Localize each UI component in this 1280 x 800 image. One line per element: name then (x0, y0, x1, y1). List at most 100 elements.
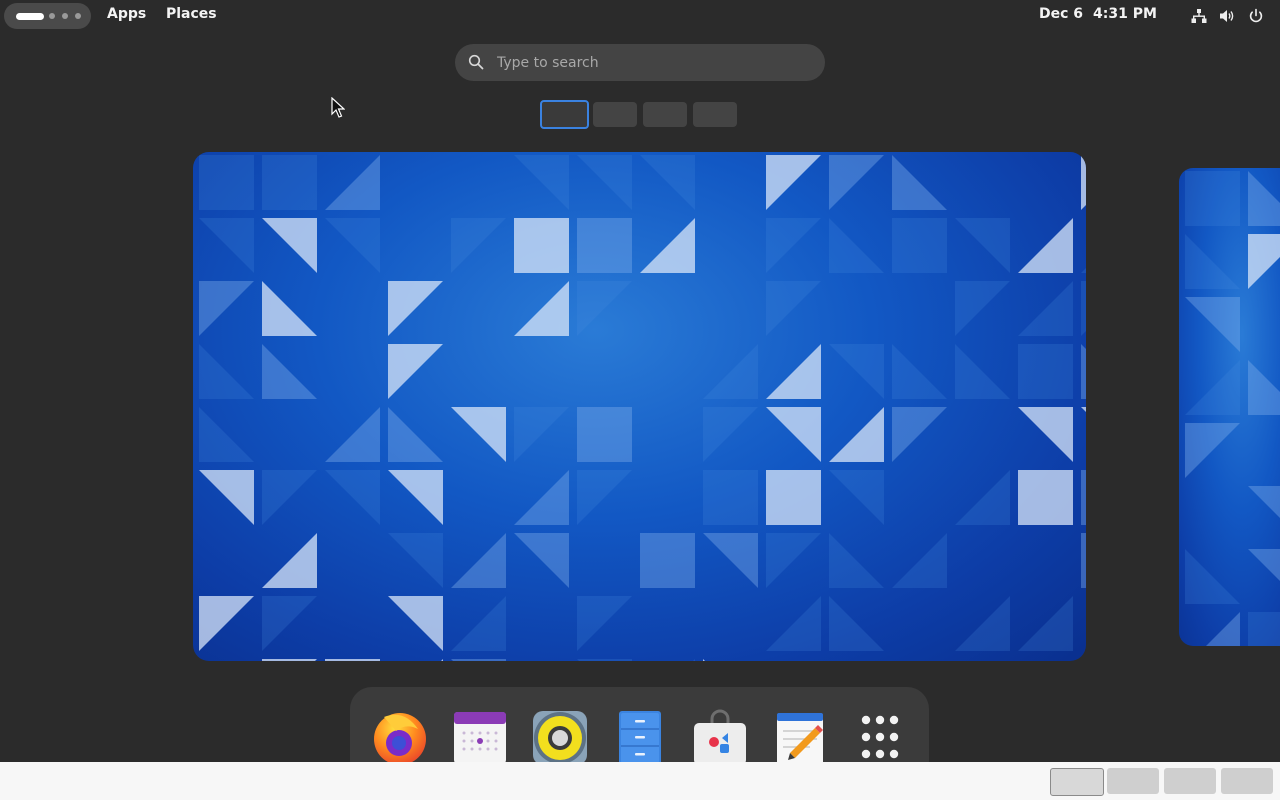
wallpaper-tile (829, 218, 884, 273)
wallpaper-tile (388, 344, 443, 399)
workspace-thumbnail-3[interactable] (643, 102, 687, 127)
speaker-icon (533, 711, 587, 765)
wallpaper-tile (514, 218, 569, 273)
wallpaper-tile (325, 470, 380, 525)
secondary-workspace-thumbnail-2[interactable] (1107, 768, 1159, 794)
dock-item-files[interactable] (610, 707, 670, 767)
workspace-preview-next[interactable] (1179, 168, 1280, 646)
network-icon (1191, 9, 1207, 23)
activities-button[interactable] (4, 3, 91, 29)
wallpaper-tile (640, 155, 695, 210)
wallpaper-tile (1018, 218, 1073, 273)
wallpaper-tile (703, 344, 758, 399)
wallpaper-tile (766, 155, 821, 210)
wallpaper-tile (892, 533, 947, 588)
wallpaper-tile (1018, 344, 1073, 399)
wallpaper-tile (1185, 297, 1240, 352)
wallpaper-tile (640, 533, 695, 588)
top-bar: Apps Places Dec 6 4:31 PM (0, 0, 1280, 32)
wallpaper-tile (577, 218, 632, 273)
wallpaper-tile (955, 218, 1010, 273)
app-grid-icon (861, 715, 899, 759)
dock-item-text-editor[interactable] (770, 707, 830, 767)
wallpaper-tile (199, 407, 254, 462)
dock-item-software[interactable] (690, 707, 750, 767)
wallpaper-tile (1018, 596, 1073, 651)
wallpaper-tile (577, 407, 632, 462)
secondary-monitor-panel (0, 762, 1280, 800)
wallpaper-tile (199, 218, 254, 273)
wallpaper-tile (514, 470, 569, 525)
wallpaper-tile (955, 596, 1010, 651)
wallpaper-tile (766, 407, 821, 462)
wallpaper-tile (577, 659, 632, 661)
show-apps-button[interactable] (850, 707, 910, 767)
places-menu-button[interactable]: Places (166, 6, 217, 22)
wallpaper-tile (829, 407, 884, 462)
wallpaper-tile (1185, 423, 1240, 478)
wallpaper-tile (451, 659, 506, 661)
workspace-thumbnail-1[interactable] (540, 100, 589, 129)
wallpaper-tile (262, 659, 317, 661)
secondary-workspace-thumbnail-1[interactable] (1050, 768, 1104, 796)
wallpaper-tile (199, 596, 254, 651)
wallpaper-tile (829, 155, 884, 210)
wallpaper-tile (1185, 234, 1240, 289)
wallpaper-tile (451, 596, 506, 651)
workspace-thumbnail-2[interactable] (593, 102, 637, 127)
wallpaper-tile (1081, 268, 1086, 273)
wallpaper-tile (388, 596, 443, 651)
wallpaper-tile (388, 470, 443, 525)
wallpaper-tile (1248, 486, 1280, 518)
wallpaper-tile (325, 218, 380, 273)
wallpaper-tile (955, 470, 1010, 525)
wallpaper-tile (262, 596, 317, 651)
wallpaper-tile (766, 470, 821, 525)
wallpaper-tile (1248, 612, 1280, 646)
secondary-workspace-thumbnail-3[interactable] (1164, 768, 1216, 794)
wallpaper-tile (441, 659, 443, 661)
workspace-preview-current[interactable] (193, 152, 1086, 661)
wallpaper-tile (262, 470, 317, 525)
wallpaper-tile (1081, 281, 1086, 336)
wallpaper-tile (1248, 171, 1280, 226)
search-input[interactable] (495, 52, 799, 74)
workspace-dot (62, 13, 68, 19)
wallpaper-triangles (199, 155, 1086, 661)
wallpaper-tile (262, 281, 317, 336)
wallpaper-tile (199, 281, 254, 336)
wallpaper-tile (1018, 407, 1073, 462)
wallpaper-tile (388, 281, 443, 336)
dock-item-firefox[interactable] (370, 707, 430, 767)
wallpaper-tile (1081, 659, 1086, 661)
calendar-icon (454, 712, 506, 764)
wallpaper-tile (1081, 533, 1086, 588)
wallpaper-tile (892, 155, 947, 210)
wallpaper-tile (703, 407, 758, 462)
mouse-pointer-icon (331, 97, 345, 118)
wallpaper-tile (325, 155, 380, 210)
search-box[interactable] (455, 44, 825, 81)
wallpaper-tile (829, 533, 884, 588)
wallpaper-tile (766, 281, 821, 336)
notepad-pencil-icon (777, 713, 823, 765)
wallpaper-tile (262, 533, 317, 588)
dock-item-rhythmbox[interactable] (530, 707, 590, 767)
wallpaper-tile (1081, 344, 1086, 399)
power-icon (1249, 8, 1263, 23)
wallpaper-tile (514, 155, 569, 210)
secondary-workspace-thumbnail-4[interactable] (1221, 768, 1273, 794)
wallpaper-tile (892, 218, 947, 273)
active-workspace-indicator (16, 13, 44, 20)
wallpaper-tile (766, 533, 821, 588)
dock-item-calendar[interactable] (450, 707, 510, 767)
workspace-thumbnail-4[interactable] (693, 102, 737, 127)
wallpaper-tile (199, 659, 201, 661)
wallpaper-tile (766, 596, 821, 651)
apps-menu-button[interactable]: Apps (107, 6, 146, 22)
wallpaper-tile (451, 533, 506, 588)
wallpaper-tile (703, 470, 758, 525)
wallpaper-tile (766, 218, 821, 273)
wallpaper-tile (514, 281, 569, 336)
wallpaper-tile (703, 533, 758, 588)
